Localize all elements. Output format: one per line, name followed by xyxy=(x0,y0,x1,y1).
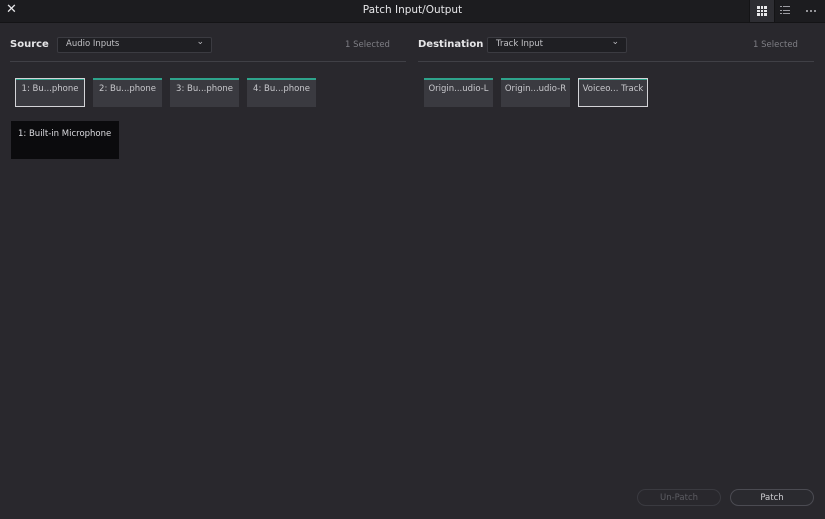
destination-label: Destination xyxy=(418,39,484,50)
destination-chip-1[interactable]: Origin...udio-L xyxy=(424,78,493,107)
destination-dropdown[interactable]: Track Input ⌄ xyxy=(487,37,627,53)
list-view-button[interactable] xyxy=(773,0,797,22)
source-chip-4[interactable]: 4: Bu...phone xyxy=(247,78,316,107)
source-label: Source xyxy=(10,39,49,50)
source-divider xyxy=(10,61,406,62)
destination-chip-3[interactable]: Voiceo... Track xyxy=(578,78,648,107)
source-dropdown[interactable]: Audio Inputs ⌄ xyxy=(57,37,212,53)
destination-chip-2[interactable]: Origin...udio-R xyxy=(501,78,570,107)
grid-view-icon xyxy=(757,6,767,16)
grid-view-button[interactable] xyxy=(749,0,775,22)
device-name: 1: Built-in Microphone xyxy=(18,129,112,139)
unpatch-button[interactable]: Un-Patch xyxy=(637,489,721,506)
title-bar: ✕ Patch Input/Output xyxy=(0,0,825,23)
chevron-down-icon: ⌄ xyxy=(611,37,619,47)
source-chip-2[interactable]: 2: Bu...phone xyxy=(93,78,162,107)
source-chip-3[interactable]: 3: Bu...phone xyxy=(170,78,239,107)
destination-divider xyxy=(418,61,814,62)
device-tooltip: 1: Built-in Microphone xyxy=(11,121,119,159)
patch-button[interactable]: Patch xyxy=(730,489,814,506)
window-title: Patch Input/Output xyxy=(362,4,463,16)
source-dropdown-value: Audio Inputs xyxy=(66,39,120,49)
destination-dropdown-value: Track Input xyxy=(496,39,543,49)
source-selected-count: 1 Selected xyxy=(345,40,390,50)
source-chip-1[interactable]: 1: Bu...phone xyxy=(15,78,85,107)
chevron-down-icon: ⌄ xyxy=(196,37,204,47)
more-options-button[interactable] xyxy=(799,0,823,22)
destination-selected-count: 1 Selected xyxy=(753,40,798,50)
